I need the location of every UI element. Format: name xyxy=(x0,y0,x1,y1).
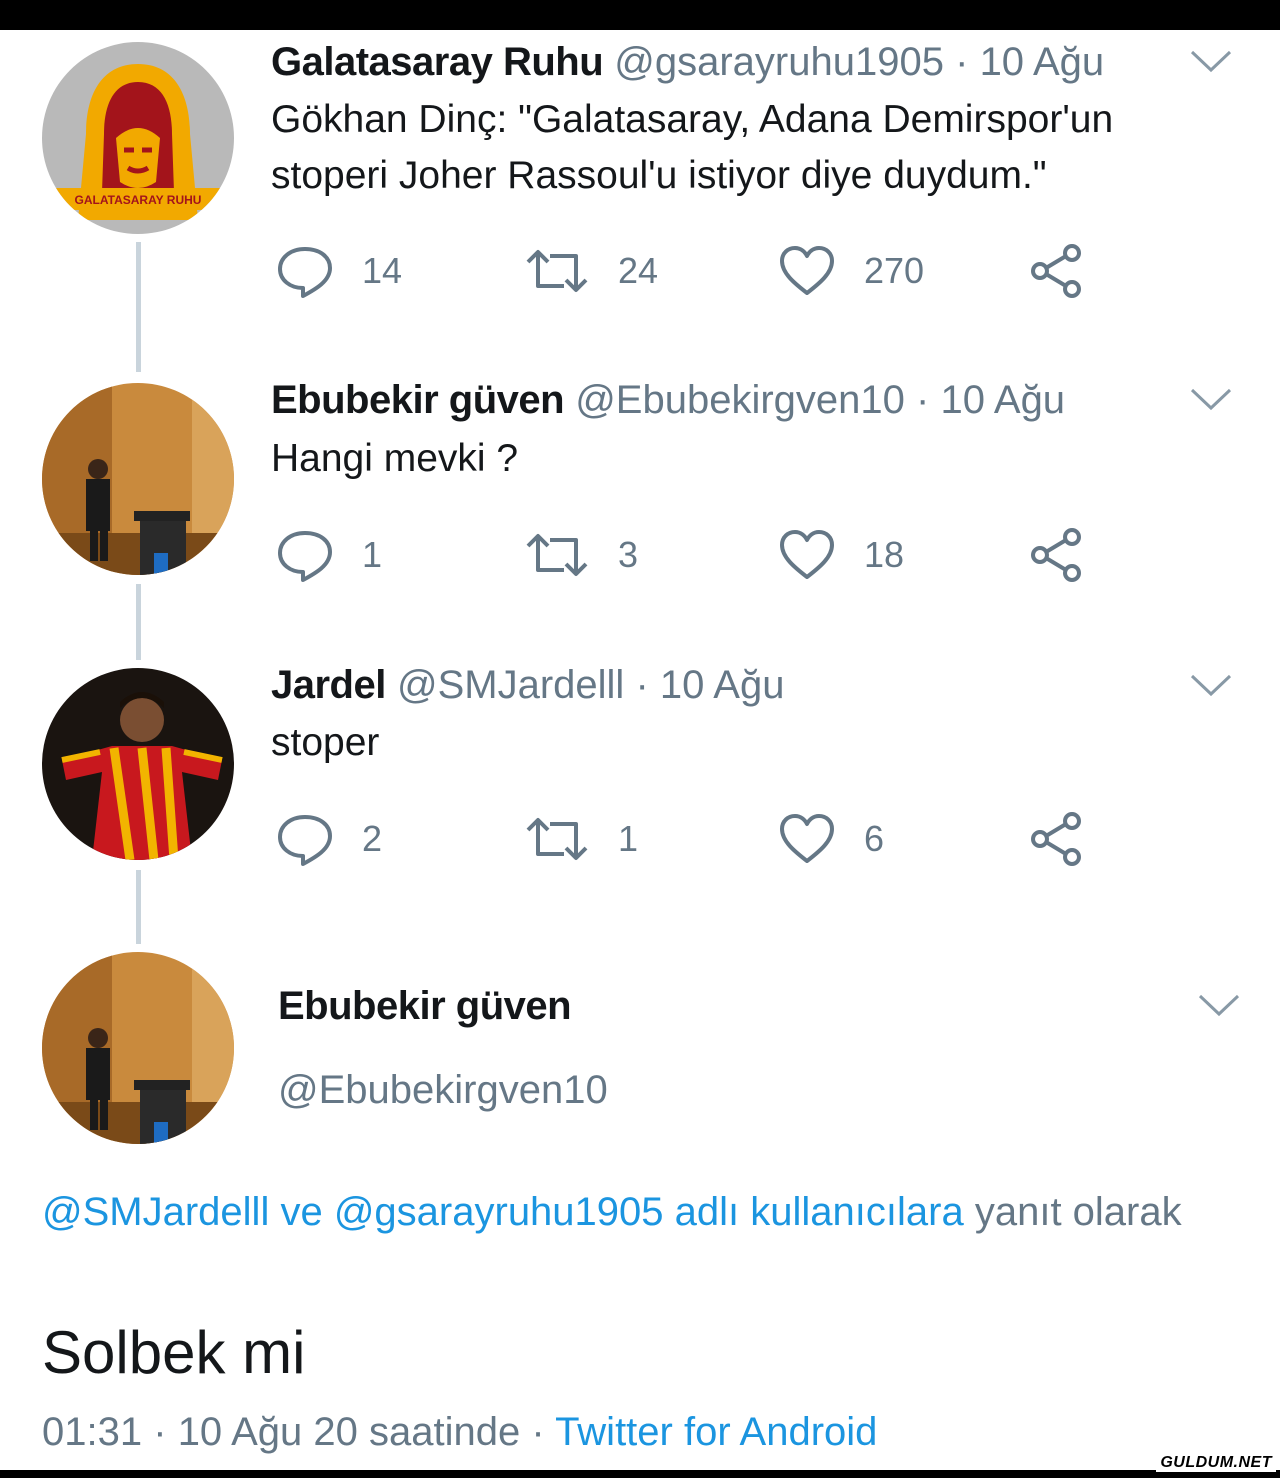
retweet-button[interactable]: 24 xyxy=(524,241,658,301)
reply-button[interactable]: 1 xyxy=(276,525,382,585)
tweet-text-line: Hangi mevki ? xyxy=(271,437,519,480)
tweet-date[interactable]: 10 Ağu 20 saatinde xyxy=(178,1410,521,1454)
avatar[interactable]: GALATASARAY RUHU xyxy=(42,42,234,234)
separator-dot: · xyxy=(635,663,649,707)
tweet-actions: 14 24 270 xyxy=(276,241,1096,301)
like-button[interactable]: 6 xyxy=(778,809,884,869)
tweet-text: stoper xyxy=(271,715,379,771)
retweet-button[interactable]: 1 xyxy=(524,809,638,869)
separator-dot: · xyxy=(531,1410,545,1454)
reply-to-connector[interactable]: ve xyxy=(280,1190,322,1234)
share-icon xyxy=(1028,811,1084,867)
username[interactable]: @Ebubekirgven10 xyxy=(575,378,905,422)
tweet-header: Jardel @SMJardelll · 10 Ağu xyxy=(271,661,784,709)
mention-link[interactable]: @gsarayruhu1905 xyxy=(334,1190,664,1234)
watermark: GULDUM.NET xyxy=(1156,1454,1276,1472)
tweet-meta: 01:31 · 10 Ağu 20 saatinde · Twitter for… xyxy=(42,1410,877,1455)
retweet-count: 1 xyxy=(618,818,639,859)
chevron-down-icon[interactable] xyxy=(1186,46,1236,76)
tweet-text: Hangi mevki ? xyxy=(271,431,518,487)
tweet-date[interactable]: 10 Ağu xyxy=(660,663,785,707)
separator-dot: · xyxy=(916,378,930,422)
top-black-bar xyxy=(0,0,1280,30)
share-icon xyxy=(1028,243,1084,299)
retweet-button[interactable]: 3 xyxy=(524,525,638,585)
avatar[interactable] xyxy=(42,668,234,860)
thread-line xyxy=(136,584,141,660)
display-name[interactable]: Ebubekir güven xyxy=(278,984,572,1029)
tweet-text-line: Gökhan Dinç: "Galatasaray, Adana Demirsp… xyxy=(271,98,1114,141)
username[interactable]: @SMJardelll xyxy=(397,663,624,707)
tweet-date[interactable]: 10 Ağu xyxy=(940,378,1065,422)
tweet-text-line: stoperi Joher Rassoul'u istiyor diye duy… xyxy=(271,154,1047,197)
chevron-down-icon[interactable] xyxy=(1186,670,1236,700)
thread-line xyxy=(136,242,141,372)
like-button[interactable]: 18 xyxy=(778,525,904,585)
reply-to-users-link[interactable]: adlı kullanıcılara xyxy=(675,1190,964,1234)
tweet-header: Galatasaray Ruhu @gsarayruhu1905 · 10 Ağ… xyxy=(271,38,1104,86)
like-button[interactable]: 270 xyxy=(778,241,924,301)
retweet-icon xyxy=(524,814,590,864)
retweet-count: 24 xyxy=(618,250,659,291)
reply-icon xyxy=(276,811,334,867)
avatar-logo-text: GALATASARAY RUHU xyxy=(75,193,202,207)
reply-button[interactable]: 14 xyxy=(276,241,402,301)
bottom-black-bar xyxy=(0,1470,1280,1478)
tweet-date[interactable]: 10 Ağu xyxy=(980,40,1105,84)
tweet-text: Gökhan Dinç: "Galatasaray, Adana Demirsp… xyxy=(271,92,1113,204)
username[interactable]: @gsarayruhu1905 xyxy=(614,40,944,84)
display-name[interactable]: Jardel xyxy=(271,663,386,707)
share-button[interactable] xyxy=(1028,241,1084,301)
avatar[interactable] xyxy=(42,383,234,575)
tweet-header: Ebubekir güven @Ebubekirgven10 · 10 Ağu xyxy=(271,376,1065,424)
username[interactable]: @Ebubekirgven10 xyxy=(278,1068,608,1113)
retweet-icon xyxy=(524,246,590,296)
separator-dot: · xyxy=(153,1410,167,1454)
like-icon xyxy=(778,529,836,581)
share-button[interactable] xyxy=(1028,525,1084,585)
like-icon xyxy=(778,813,836,865)
retweet-icon xyxy=(524,530,590,580)
reply-icon xyxy=(276,243,334,299)
source-link[interactable]: Twitter for Android xyxy=(555,1410,877,1454)
display-name[interactable]: Galatasaray Ruhu xyxy=(271,40,604,84)
tweet-text-line: stoper xyxy=(271,721,380,764)
avatar[interactable] xyxy=(42,952,234,1144)
mention-link[interactable]: @SMJardelll xyxy=(42,1190,269,1234)
reply-count: 1 xyxy=(362,534,383,575)
thread-line xyxy=(136,870,141,944)
separator-dot: · xyxy=(955,40,969,84)
chevron-down-icon[interactable] xyxy=(1186,384,1236,414)
like-count: 270 xyxy=(864,250,925,291)
chevron-down-icon[interactable] xyxy=(1194,990,1244,1020)
reply-count: 14 xyxy=(362,250,403,291)
like-icon xyxy=(778,245,836,297)
retweet-count: 3 xyxy=(618,534,639,575)
tweet-time[interactable]: 01:31 xyxy=(42,1410,142,1454)
reply-count: 2 xyxy=(362,818,383,859)
tweet-actions: 1 3 18 xyxy=(276,525,1096,585)
like-count: 18 xyxy=(864,534,905,575)
reply-button[interactable]: 2 xyxy=(276,809,382,869)
tweet-text: Solbek mi xyxy=(42,1319,306,1386)
tweet-actions: 2 1 6 xyxy=(276,809,1096,869)
reply-to-suffix: yanıt olarak xyxy=(974,1190,1182,1234)
share-button[interactable] xyxy=(1028,809,1084,869)
reply-icon xyxy=(276,527,334,583)
like-count: 6 xyxy=(864,818,885,859)
display-name[interactable]: Ebubekir güven xyxy=(271,378,565,422)
replying-to: @SMJardelll ve @gsarayruhu1905 adlı kull… xyxy=(42,1184,1202,1240)
share-icon xyxy=(1028,527,1084,583)
